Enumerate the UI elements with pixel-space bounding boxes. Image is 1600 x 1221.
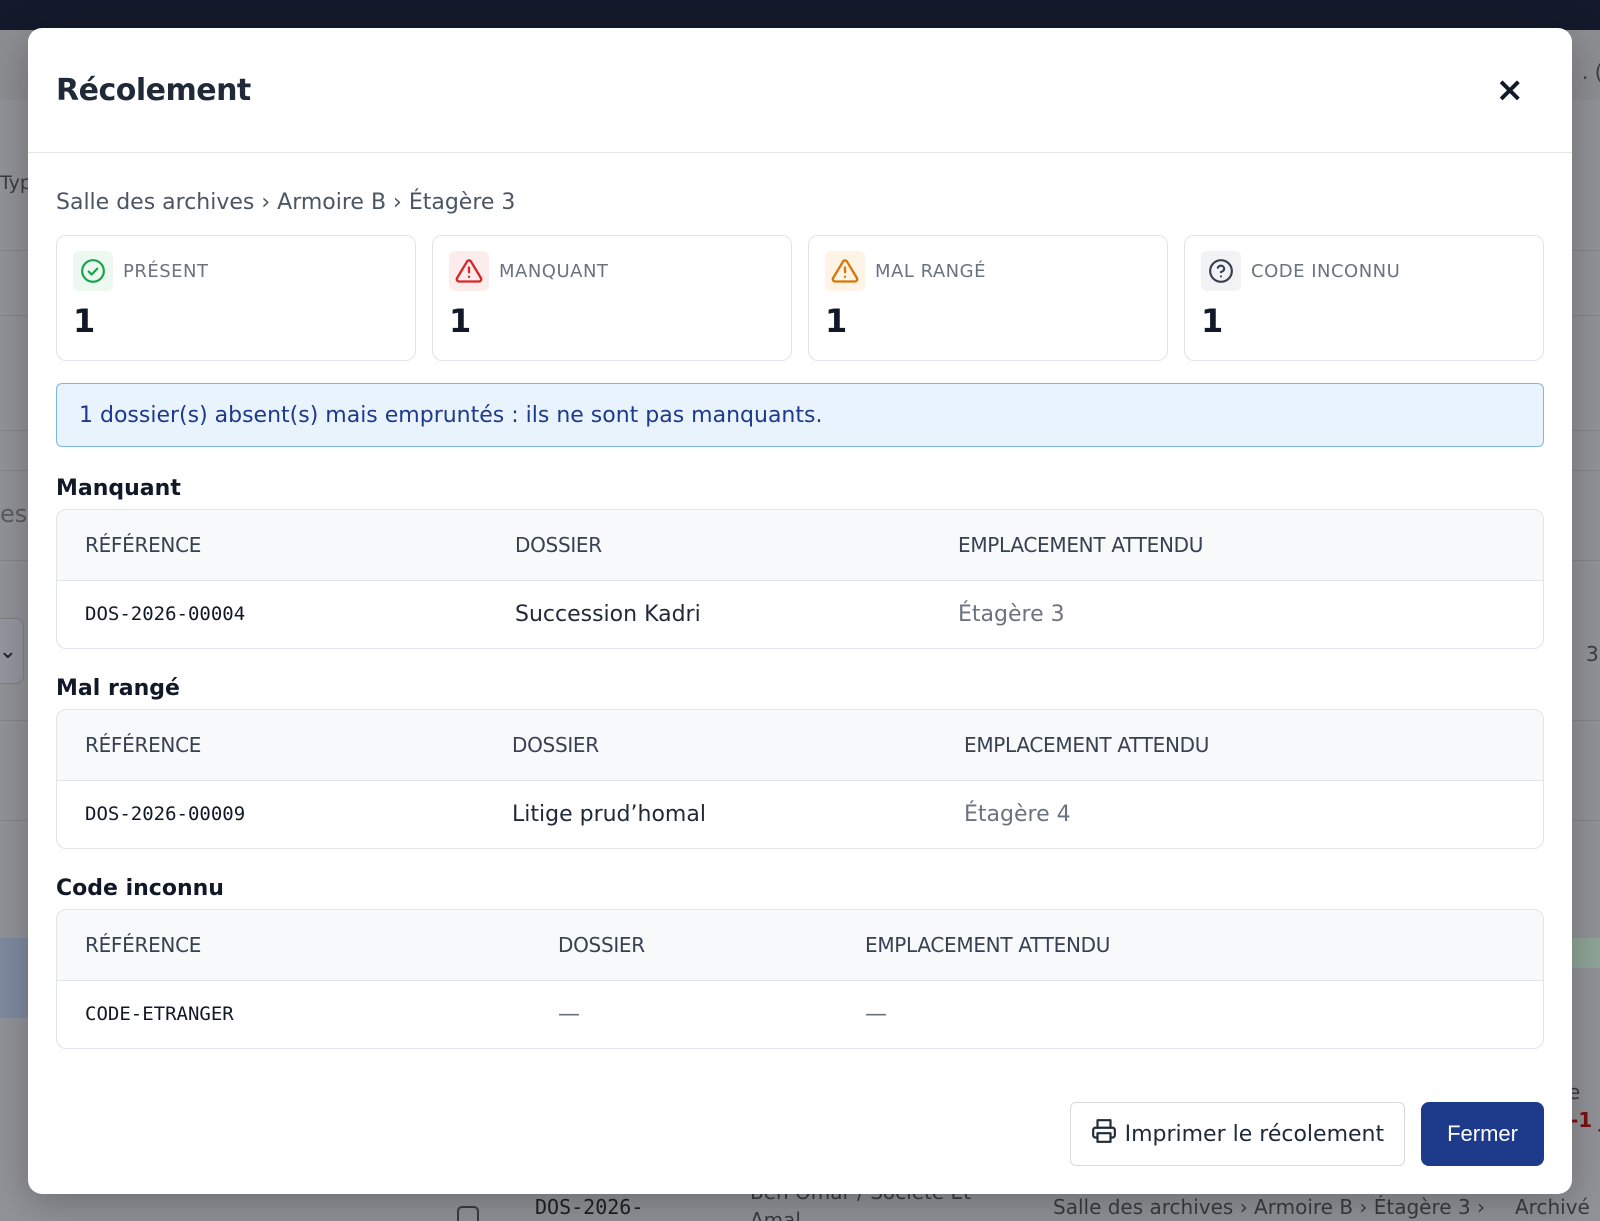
- table-code-inconnu: RÉFÉRENCE DOSSIER EMPLACEMENT ATTENDU CO…: [56, 909, 1544, 1049]
- modal-footer: Imprimer le récolement Fermer: [1069, 1102, 1544, 1166]
- column-header: DOSSIER: [484, 710, 936, 781]
- table-manquant: RÉFÉRENCE DOSSIER EMPLACEMENT ATTENDU DO…: [56, 509, 1544, 649]
- row-checkbox: [457, 1206, 479, 1221]
- stat-card-mal-range: MAL RANGÉ 1: [808, 235, 1168, 361]
- table-header-row: RÉFÉRENCE DOSSIER EMPLACEMENT ATTENDU: [57, 510, 1543, 581]
- location-cell: Étagère 3: [958, 601, 1065, 627]
- background-status: Archivé: [1515, 1195, 1590, 1219]
- table-mal-range: RÉFÉRENCE DOSSIER EMPLACEMENT ATTENDU DO…: [56, 709, 1544, 849]
- check-circle-icon: [73, 251, 113, 291]
- table-row: DOS-2026-00009 Litige prud’homal Étagère…: [57, 780, 1543, 848]
- close-icon[interactable]: ×: [1496, 73, 1525, 107]
- column-header: EMPLACEMENT ATTENDU: [837, 910, 1543, 981]
- reference-cell: DOS-2026-00004: [85, 603, 246, 626]
- column-header: RÉFÉRENCE: [57, 710, 484, 781]
- stat-value: 1: [1201, 302, 1224, 340]
- app-topbar: [0, 0, 1600, 30]
- modal-body: Salle des archives › Armoire B › Étagère…: [28, 153, 1572, 1049]
- table-header-row: RÉFÉRENCE DOSSIER EMPLACEMENT ATTENDU: [57, 910, 1543, 981]
- modal-header: Récolement ×: [28, 28, 1572, 153]
- stats-row: PRÉSENT 1 MANQUANT 1 MAL RANGÉ 1 CODE IN…: [56, 235, 1544, 361]
- dossier-cell: Litige prud’homal: [512, 801, 706, 827]
- section-title-mal-range: Mal rangé: [56, 676, 180, 701]
- column-header: RÉFÉRENCE: [57, 910, 530, 981]
- background-highlight: [0, 938, 28, 1018]
- reference-cell: DOS-2026-00009: [85, 803, 246, 826]
- stat-value: 1: [449, 302, 472, 340]
- warning-icon: [825, 251, 865, 291]
- table-row: DOS-2026-00004 Succession Kadri Étagère …: [57, 580, 1543, 648]
- modal-title: Récolement: [56, 72, 251, 108]
- background-highlight: [1570, 938, 1600, 968]
- question-circle-icon: [1201, 251, 1241, 291]
- column-header: DOSSIER: [530, 910, 837, 981]
- print-button-label: Imprimer le récolement: [1124, 1121, 1385, 1147]
- stat-label: MAL RANGÉ: [875, 260, 986, 282]
- dossier-cell: Succession Kadri: [515, 601, 701, 627]
- stat-card-present: PRÉSENT 1: [56, 235, 416, 361]
- stat-label: CODE INCONNU: [1251, 260, 1401, 282]
- stat-label: PRÉSENT: [123, 260, 209, 282]
- section-title-code-inconnu: Code inconnu: [56, 876, 224, 901]
- stat-value: 1: [73, 302, 96, 340]
- background-label: es: [0, 500, 28, 528]
- stat-card-manquant: MANQUANT 1: [432, 235, 792, 361]
- background-location: Salle des archives › Armoire B › Étagère…: [1053, 1195, 1486, 1219]
- background-select: ⌄: [0, 618, 24, 684]
- column-header: RÉFÉRENCE: [57, 510, 487, 581]
- stat-label: MANQUANT: [499, 260, 609, 282]
- background-label: 3: [1586, 642, 1599, 666]
- stat-card-code-inconnu: CODE INCONNU 1: [1184, 235, 1544, 361]
- section-title-manquant: Manquant: [56, 476, 181, 501]
- warning-icon: [449, 251, 489, 291]
- close-button[interactable]: Fermer: [1421, 1102, 1544, 1166]
- background-reference: DOS-2026-: [535, 1195, 644, 1219]
- table-header-row: RÉFÉRENCE DOSSIER EMPLACEMENT ATTENDU: [57, 710, 1543, 781]
- printer-icon: [1091, 1118, 1117, 1150]
- print-button[interactable]: Imprimer le récolement: [1069, 1102, 1406, 1166]
- info-alert: 1 dossier(s) absent(s) mais empruntés : …: [56, 383, 1544, 447]
- location-cell: Étagère 4: [964, 801, 1071, 827]
- stat-value: 1: [825, 302, 848, 340]
- overdue-badge: -1 j: [1570, 1108, 1600, 1132]
- recolement-modal: Récolement × Salle des archives › Armoir…: [28, 28, 1572, 1194]
- column-header: DOSSIER: [487, 510, 930, 581]
- column-header: EMPLACEMENT ATTENDU: [930, 510, 1543, 581]
- column-header: EMPLACEMENT ATTENDU: [936, 710, 1543, 781]
- table-row: CODE-ETRANGER — —: [57, 980, 1543, 1048]
- reference-cell: CODE-ETRANGER: [85, 1003, 234, 1026]
- breadcrumb: Salle des archives › Armoire B › Étagère…: [56, 190, 516, 215]
- dossier-cell: —: [558, 1001, 580, 1027]
- location-cell: —: [865, 1001, 887, 1027]
- background-label: . (0: [1582, 60, 1600, 84]
